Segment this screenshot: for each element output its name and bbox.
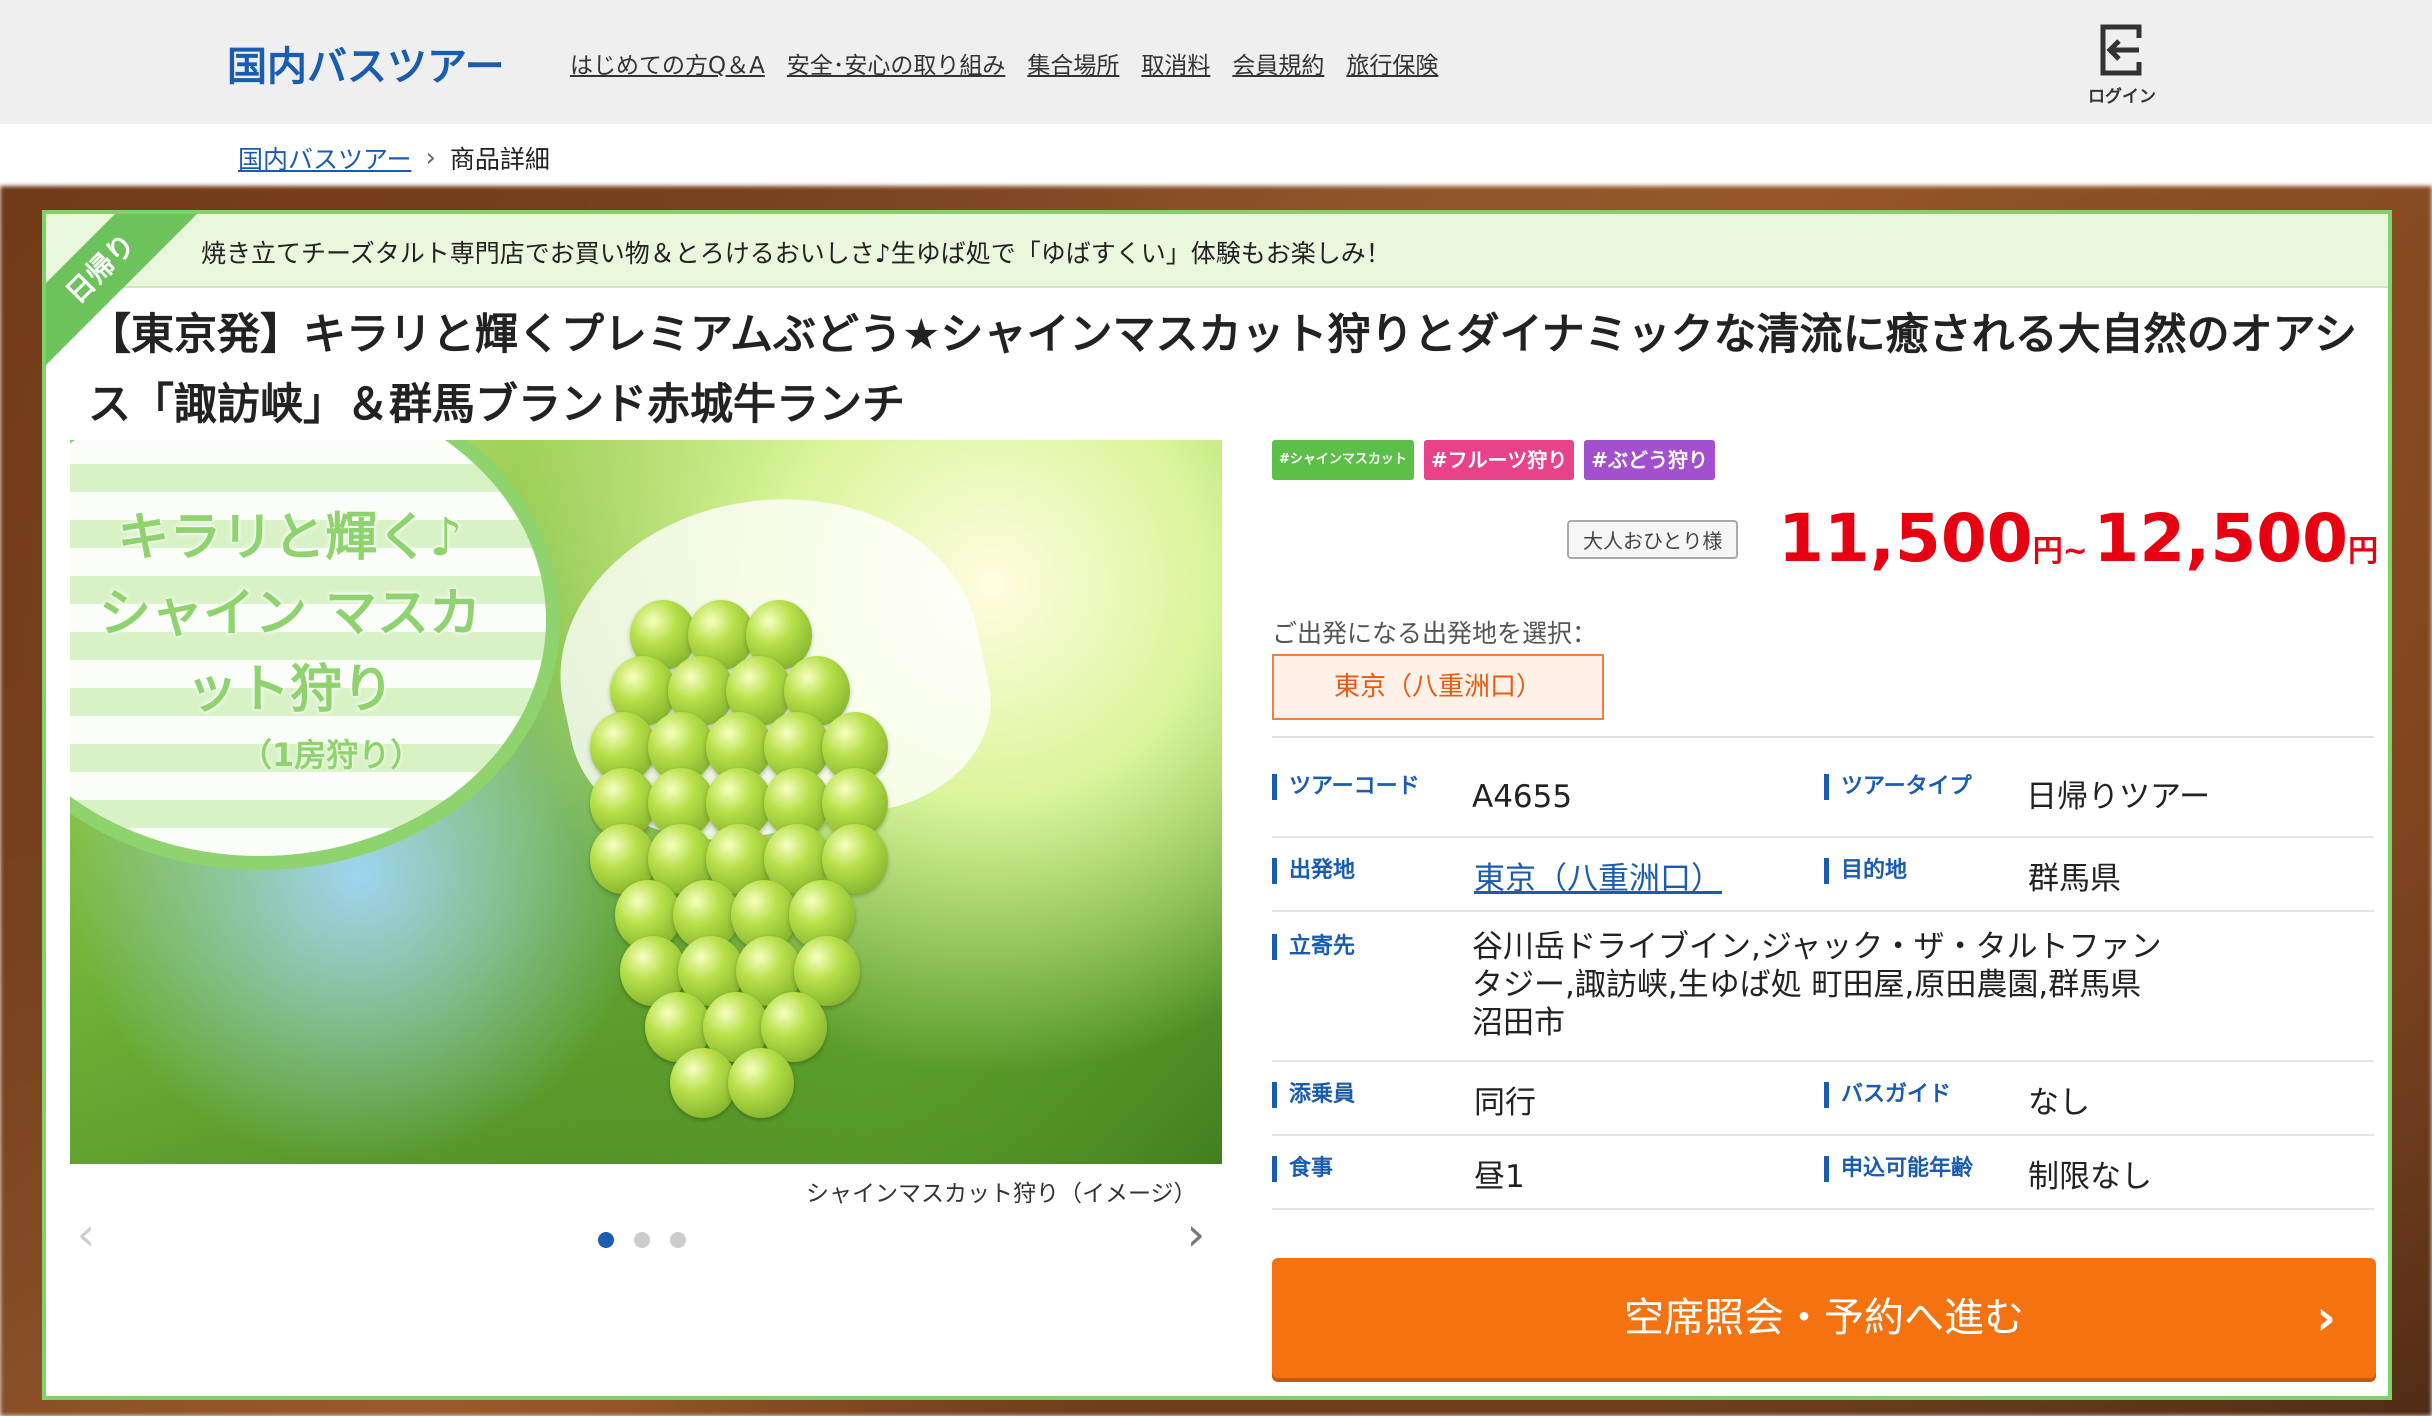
age-limit-value: 制限なし [2028, 1159, 2152, 1195]
login-label: ログイン [2088, 87, 2156, 107]
divider [1272, 736, 2374, 738]
info-row: 出発地 東京（八重洲口） 目的地 群馬県 [1272, 838, 2374, 912]
price-max: 12,500 [2093, 500, 2349, 577]
escort-label: 添乗員 [1272, 1082, 1355, 1108]
tag-grape-picking[interactable]: #ぶどう狩り [1584, 440, 1716, 480]
breadcrumb-link-home[interactable]: 国内バスツアー [238, 140, 412, 176]
destination-value: 群馬県 [2028, 861, 2121, 897]
meals-value: 昼1 [1474, 1159, 1525, 1195]
grape [728, 1048, 794, 1118]
image-overlay-subtext: （1房狩り） [240, 736, 423, 774]
nav-safety[interactable]: 安全･安心の取り組み [787, 46, 1006, 80]
chevron-right-icon: › [425, 143, 436, 173]
bus-guide-label: バスガイド [1824, 1082, 1951, 1108]
image-overlay-text: キラリと輝く♪ シャイン マスカット狩り [98, 508, 482, 720]
next-slide-button[interactable]: › [1176, 1204, 1216, 1264]
price-max-unit: 円 [2348, 534, 2379, 569]
price-label: 大人おひとり様 [1567, 520, 1739, 559]
tour-image[interactable]: キラリと輝く♪ シャイン マスカット狩り （1房狩り） [70, 440, 1222, 1164]
grape [670, 1048, 736, 1118]
prev-slide-button[interactable]: ‹ [66, 1204, 106, 1264]
nav-meeting-place[interactable]: 集合場所 [1027, 46, 1119, 80]
login-icon [2100, 24, 2143, 76]
reserve-button[interactable]: 空席照会・予約へ進む › [1272, 1258, 2376, 1378]
info-row: 添乗員 同行 バスガイド なし [1272, 1062, 2374, 1136]
slide-dot-3[interactable] [670, 1232, 686, 1248]
slide-dot-1[interactable] [598, 1232, 614, 1248]
destination-label: 目的地 [1824, 858, 1907, 884]
stops-value: 谷川岳ドライブイン,ジャック・ザ・タルトファンタジー,諏訪峡,生ゆば処 町田屋,… [1472, 929, 2162, 1041]
nav-cancellation[interactable]: 取消料 [1141, 46, 1210, 80]
age-limit-label: 申込可能年齢 [1824, 1156, 1973, 1182]
login-button[interactable]: ログイン [2078, 24, 2166, 107]
departure-label: ご出発になる出発地を選択： [1272, 619, 1598, 648]
price-range: 11,500円~ 12,500円 [1778, 500, 2378, 577]
header-nav: はじめての方Q＆A 安全･安心の取り組み 集合場所 取消料 会員規約 旅行保険 [570, 46, 1438, 80]
site-header: 国内バスツアー はじめての方Q＆A 安全･安心の取り組み 集合場所 取消料 会員… [0, 0, 2432, 124]
stops-label: 立寄先 [1272, 934, 1355, 960]
info-row: 立寄先 谷川岳ドライブイン,ジャック・ザ・タルトファンタジー,諏訪峡,生ゆば処 … [1272, 912, 2374, 1062]
tag-shine-muscat[interactable]: #シャインマスカット [1272, 440, 1414, 480]
price-min-unit: 円~ [2032, 534, 2088, 569]
origin-link[interactable]: 東京（八重洲口） [1474, 860, 1722, 898]
escort-value: 同行 [1474, 1085, 1536, 1121]
info-row: ツアーコード A4655 ツアータイプ 日帰りツアー [1272, 758, 2374, 838]
departure-option-tokyo[interactable]: 東京（八重洲口） [1272, 654, 1604, 720]
info-row: 食事 昼1 申込可能年齢 制限なし [1272, 1136, 2374, 1210]
site-title[interactable]: 国内バスツアー [227, 34, 505, 92]
tour-type-label: ツアータイプ [1824, 774, 1972, 800]
price-min: 11,500 [1778, 500, 2033, 577]
origin-label: 出発地 [1272, 858, 1355, 884]
nav-faq[interactable]: はじめての方Q＆A [570, 46, 765, 80]
slide-indicator [598, 1232, 686, 1248]
meals-label: 食事 [1272, 1156, 1333, 1182]
product-card: 焼き立てチーズタルト専門店でお買い物＆とろけるおいしさ♪生ゆば処で「ゆばすくい」… [42, 210, 2392, 1400]
nav-travel-insurance[interactable]: 旅行保険 [1346, 46, 1438, 80]
bus-guide-value: なし [2028, 1085, 2090, 1121]
catchphrase-banner: 焼き立てチーズタルト専門店でお買い物＆とろけるおいしさ♪生ゆば処で「ゆばすくい」… [46, 214, 2388, 288]
slide-dot-2[interactable] [634, 1232, 650, 1248]
nav-member-terms[interactable]: 会員規約 [1232, 46, 1324, 80]
tag-list: #シャインマスカット #フルーツ狩り #ぶどう狩り [1272, 440, 1716, 480]
reserve-button-label: 空席照会・予約へ進む [1624, 1295, 2024, 1341]
tour-type-value: 日帰りツアー [2026, 779, 2211, 815]
tour-title: 【東京発】キラリと輝くプレミアムぶどう★シャインマスカット狩りとダイナミックな清… [88, 310, 2357, 430]
tag-fruit-picking[interactable]: #フルーツ狩り [1423, 440, 1575, 480]
chevron-right-icon: › [2316, 1290, 2336, 1346]
tour-code-value: A4655 [1472, 779, 1573, 815]
image-caption: シャインマスカット狩り（イメージ） [806, 1181, 1197, 1207]
breadcrumb-current: 商品詳細 [449, 145, 550, 174]
tour-code-label: ツアーコード [1272, 774, 1420, 800]
breadcrumb: 国内バスツアー › 商品詳細 [0, 124, 2432, 186]
tour-info-table: ツアーコード A4655 ツアータイプ 日帰りツアー 出発地 東京（八重洲口） … [1272, 758, 2374, 1210]
banner-text: 焼き立てチーズタルト専門店でお買い物＆とろけるおいしさ♪生ゆば処で「ゆばすくい」… [201, 239, 1391, 268]
